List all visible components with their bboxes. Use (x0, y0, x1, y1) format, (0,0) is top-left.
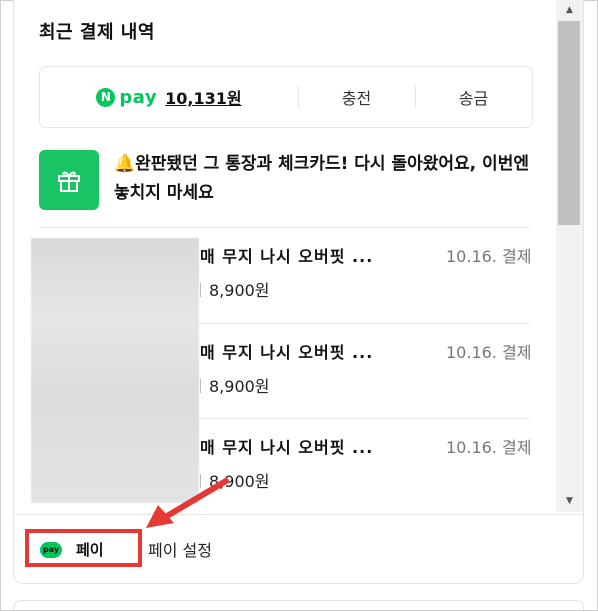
annotation-arrow-icon (146, 478, 229, 528)
npay-balance-link[interactable]: N pay 10,131원 (40, 67, 298, 127)
scrollbar[interactable]: ▲ ▼ (556, 0, 583, 512)
highlight-box (25, 529, 142, 567)
pay-settings-link[interactable]: 페이 설정 (148, 537, 212, 561)
panel-title: 최근 결제 내역 (39, 22, 155, 43)
promo-text: 완판됐던 그 통장과 체크카드! 다시 돌아왔어요, 이번엔 놓치지 마세요 (114, 154, 529, 203)
payment-item-price: 8,900원 (200, 373, 270, 397)
npay-balance[interactable]: 10,131원 (165, 85, 241, 109)
payment-item-date: 10.16. 결제 (446, 247, 532, 266)
payment-item-name: 매 무지 나시 오버핏 ... (200, 438, 374, 457)
npay-logo-icon: N (96, 87, 116, 107)
bell-icon: 🔔 (114, 154, 136, 174)
recent-payments-panel: 최근 결제 내역 N pay 10,131원 충전 송금 🔔완판됐던 그 통장과… (13, 0, 584, 584)
divider (39, 227, 531, 228)
product-thumbnail-blurred (31, 238, 199, 503)
scroll-up-arrow-icon[interactable]: ▲ (556, 2, 583, 18)
promo-banner-link[interactable]: 🔔완판됐던 그 통장과 체크카드! 다시 돌아왔어요, 이번엔 놓치지 마세요 (114, 150, 534, 208)
charge-button[interactable]: 충전 (298, 67, 415, 127)
payment-item-date: 10.16. 결제 (446, 438, 532, 457)
payment-item-name: 매 무지 나시 오버핏 ... (200, 247, 374, 266)
scroll-down-arrow-icon[interactable]: ▼ (556, 493, 583, 509)
next-panel-edge (13, 600, 584, 612)
payment-item-price: 8,900원 (200, 277, 270, 301)
payment-item-name: 매 무지 나시 오버핏 ... (200, 343, 374, 362)
npay-brand-text: pay (119, 86, 158, 108)
payment-item-date: 10.16. 결제 (446, 343, 532, 362)
send-money-button[interactable]: 송금 (415, 67, 532, 127)
gift-icon[interactable] (39, 150, 99, 210)
npay-balance-card: N pay 10,131원 충전 송금 (39, 66, 533, 128)
scrollbar-thumb[interactable] (558, 21, 580, 225)
